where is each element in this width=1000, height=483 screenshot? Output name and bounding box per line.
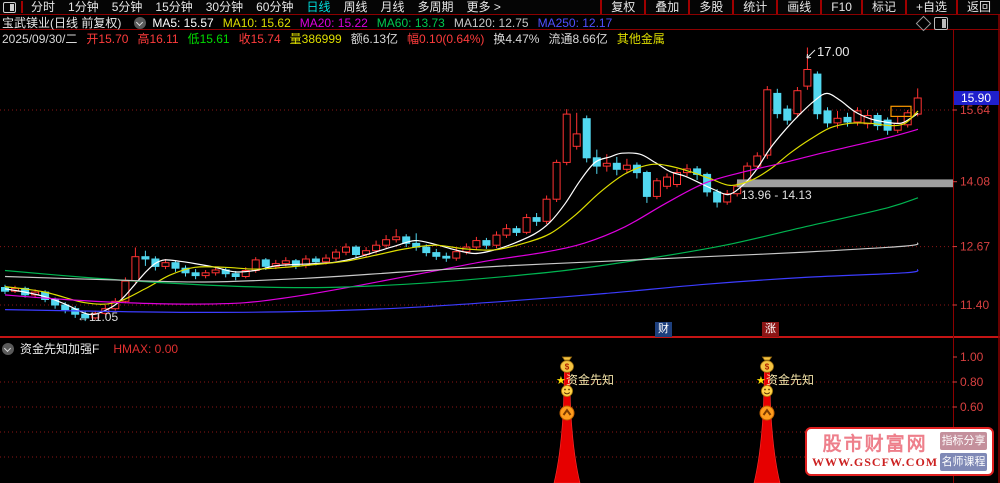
- price-label: 14.08: [960, 175, 990, 189]
- period-tab-3[interactable]: 15分钟: [155, 0, 192, 14]
- svg-text:$: $: [765, 363, 770, 372]
- money-bag-icon: $: [760, 356, 774, 373]
- quote-field-10: 其他金属: [616, 32, 665, 46]
- price-label: 15.64: [960, 103, 990, 117]
- signal-label: 资金先知: [566, 372, 614, 387]
- period-tabs: 分时 1分钟 5分钟 15分钟 30分钟 60分钟 日线 周线 月线 多周期 更多 >: [0, 0, 514, 14]
- toolbar: 分时 1分钟 5分钟 15分钟 30分钟 60分钟 日线 周线 月线 多周期 更多 > 复权 叠加 多股…: [0, 0, 1000, 15]
- quote-field-0: 2025/09/30/二: [2, 32, 78, 46]
- period-tab-1[interactable]: 1分钟: [68, 0, 99, 14]
- toolbar-button-5[interactable]: F10: [820, 0, 861, 14]
- period-tab-10[interactable]: 更多 >: [467, 0, 501, 14]
- ma-lines-layer: [4, 92, 919, 316]
- period-tab-8[interactable]: 月线: [381, 0, 405, 14]
- svg-text:$: $: [565, 363, 570, 372]
- quote-row: 2025/09/30/二 开15.70 高16.11 低15.61 收15.74 量386…: [2, 31, 674, 46]
- sub-indicator-hmax: HMAX: 0.00: [113, 341, 179, 356]
- event-chip-cai[interactable]: 财: [655, 322, 672, 337]
- watermark-badges: 指标分享 名师课程: [940, 432, 987, 471]
- layout-toggle-icon[interactable]: [3, 1, 16, 13]
- trading-app-window: 分时 1分钟 5分钟 15分钟 30分钟 60分钟 日线 周线 月线 多周期 更多 > 复权 叠加 多股…: [0, 0, 1000, 483]
- price-label: 11.40: [960, 298, 989, 312]
- period-tab-4[interactable]: 30分钟: [206, 0, 243, 14]
- sub-axis-label: 0.80: [960, 375, 984, 389]
- ma-line-ma10: [4, 110, 919, 305]
- chart-canvas[interactable]: $★ 资金先知$★ 资金先知15.6414.0812.6711.4015.901.0…: [0, 0, 1000, 483]
- smiley-icon: [561, 385, 573, 397]
- toolbar-button-8[interactable]: 返回: [955, 0, 1000, 14]
- ma-legend-5: MA250: 12.17: [537, 15, 613, 30]
- toolbar-button-3[interactable]: 统计: [732, 0, 776, 14]
- star-icon: ★: [756, 375, 766, 387]
- period-tab-7[interactable]: 周线: [343, 0, 367, 14]
- period-tab-9[interactable]: 多周期: [418, 0, 454, 14]
- watermark-badge-1: 指标分享: [940, 432, 987, 450]
- support-band: [737, 179, 954, 188]
- toolbar-button-2[interactable]: 多股: [688, 0, 732, 14]
- quote-field-8: 换4.47%: [493, 32, 540, 46]
- ma-legend-4: MA120: 12.75: [453, 15, 529, 30]
- quote-field-4: 收15.74: [238, 32, 281, 46]
- signal-spike-0: $ ★ 资金先知: [553, 356, 614, 483]
- quote-field-2: 高16.11: [137, 32, 179, 46]
- ma-legend-1: MA10: 15.62: [222, 15, 291, 30]
- period-tab-2[interactable]: 5分钟: [112, 0, 143, 14]
- quote-field-6: 额6.13亿: [350, 32, 399, 46]
- quote-field-7: 幅0.10(0.64%): [407, 32, 485, 46]
- sub-indicator-header: 资金先知加强F HMAX: 0.00: [2, 340, 178, 357]
- watermark-site-name: 股市财富网: [822, 434, 928, 455]
- price-axis-labels: 15.64 14.08 12.67 11.40 15.90 1.00 0.80 0.60: [953, 91, 999, 414]
- stock-info-row: 宝武镁业(日线 前复权) MA5: 15.57 MA10: 15.62 MA20: …: [2, 15, 621, 31]
- watermark-url: WWW.GSCFW.COM: [812, 455, 939, 469]
- quote-field-9: 流通8.66亿: [548, 32, 608, 46]
- toolbar-divider: [21, 1, 23, 13]
- ma-legend-3: MA60: 13.73: [376, 15, 445, 30]
- price-label: 12.67: [960, 240, 990, 254]
- toolbar-button-7[interactable]: +自选: [904, 0, 956, 14]
- signal-label: 资金先知: [766, 372, 814, 387]
- ma-legend-2: MA20: 15.22: [299, 15, 368, 30]
- event-chip-zhang[interactable]: 涨: [762, 322, 779, 337]
- chevron-down-icon[interactable]: [2, 342, 14, 355]
- smiley-icon: [761, 385, 773, 397]
- star-icon: ★: [556, 375, 566, 387]
- quote-field-5: 量386999: [289, 32, 342, 46]
- toolbar-buttons: 复权 叠加 多股 统计 画线 F10 标记 +自选 返回: [600, 0, 1000, 14]
- toolbar-button-6[interactable]: 标记: [860, 0, 905, 14]
- quote-field-3: 低15.61: [187, 32, 230, 46]
- ma-line-ma20: [4, 128, 919, 305]
- sub-axis-label: 0.60: [960, 400, 984, 414]
- sub-axis-label: 1.00: [960, 350, 984, 364]
- watermark-card: 股市财富网 WWW.GSCFW.COM 指标分享 名师课程: [805, 427, 994, 476]
- toolbar-button-1[interactable]: 叠加: [644, 0, 688, 14]
- up-arrow-coin-icon: [559, 405, 575, 421]
- toolbar-button-4[interactable]: 画线: [776, 0, 820, 14]
- ma-line-ma60: [4, 197, 919, 289]
- watermark-text: 股市财富网 WWW.GSCFW.COM: [812, 434, 938, 469]
- up-arrow-coin-icon: [759, 405, 775, 421]
- last-price-tag-text: 15.90: [961, 91, 991, 105]
- gridlines-layer: [0, 109, 953, 458]
- period-tab-0[interactable]: 分时: [31, 0, 55, 14]
- toolbar-button-0[interactable]: 复权: [600, 0, 644, 14]
- money-bag-icon: $: [560, 356, 574, 373]
- high-price-annotation: 17.00: [817, 44, 850, 59]
- ma-legend-0: MA5: 15.57: [152, 15, 214, 30]
- watermark-badge-2: 名师课程: [940, 453, 987, 471]
- high-annotation-arrow: [806, 49, 816, 59]
- quote-field-1: 开15.70: [86, 32, 129, 46]
- stock-title: 宝武镁业(日线 前复权): [2, 16, 122, 30]
- sub-indicator-title: 资金先知加强F: [20, 342, 100, 356]
- period-tab-5[interactable]: 60分钟: [256, 0, 293, 14]
- split-panel-icon[interactable]: [934, 17, 948, 30]
- chevron-down-icon[interactable]: [134, 16, 147, 29]
- period-tab-6[interactable]: 日线: [306, 0, 330, 14]
- low-price-annotation: ←11.05: [77, 310, 119, 324]
- band-annotation: 13.96 - 14.13: [741, 188, 812, 202]
